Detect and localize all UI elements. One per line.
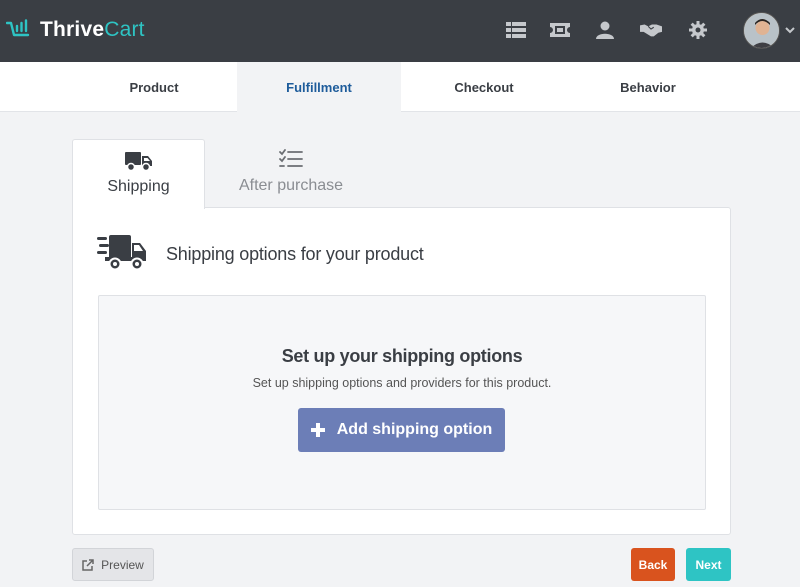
panel-title: Shipping options for your product — [166, 244, 424, 264]
handshake-icon[interactable] — [640, 19, 662, 41]
add-shipping-option-button[interactable]: Add shipping option — [298, 408, 505, 452]
external-link-icon — [82, 558, 94, 571]
preview-label: Preview — [101, 557, 144, 572]
fast-truck-icon — [97, 235, 146, 271]
back-button[interactable]: Back — [631, 548, 675, 581]
step-behavior[interactable]: Behavior — [566, 62, 730, 112]
cart-logo-icon — [6, 19, 30, 37]
chevron-down-icon[interactable] — [784, 24, 796, 36]
empty-state-subtitle: Set up shipping options and providers fo… — [252, 376, 552, 390]
truck-icon — [124, 152, 152, 172]
ticket-icon[interactable] — [549, 19, 571, 41]
tab-after-purchase[interactable]: After purchase — [224, 139, 358, 208]
gear-icon[interactable] — [687, 19, 709, 41]
empty-state: Set up your shipping options Set up ship… — [98, 295, 706, 510]
shipping-panel: Shipping options for your product Set up… — [72, 207, 731, 535]
thrivecart-logo[interactable]: ThriveCart — [6, 15, 145, 45]
grid-table-icon[interactable] — [505, 19, 527, 41]
plus-icon — [310, 423, 325, 437]
user-avatar[interactable] — [743, 12, 780, 49]
step-navigation: Product Fulfillment Checkout Behavior — [0, 62, 800, 112]
user-icon[interactable] — [594, 19, 616, 41]
add-shipping-option-label: Add shipping option — [336, 421, 493, 438]
brand-name: ThriveCart — [40, 18, 145, 41]
checklist-icon — [279, 149, 303, 167]
step-product[interactable]: Product — [72, 62, 236, 112]
tab-after-purchase-label: After purchase — [238, 177, 344, 194]
step-fulfillment[interactable]: Fulfillment — [237, 62, 401, 112]
top-bar: ThriveCart — [0, 0, 800, 62]
tab-shipping[interactable]: Shipping — [72, 139, 205, 209]
tab-shipping-label: Shipping — [107, 178, 170, 195]
step-checkout[interactable]: Checkout — [402, 62, 566, 112]
next-button[interactable]: Next — [686, 548, 731, 581]
preview-button[interactable]: Preview — [72, 548, 154, 581]
empty-state-title: Set up your shipping options — [281, 346, 523, 366]
